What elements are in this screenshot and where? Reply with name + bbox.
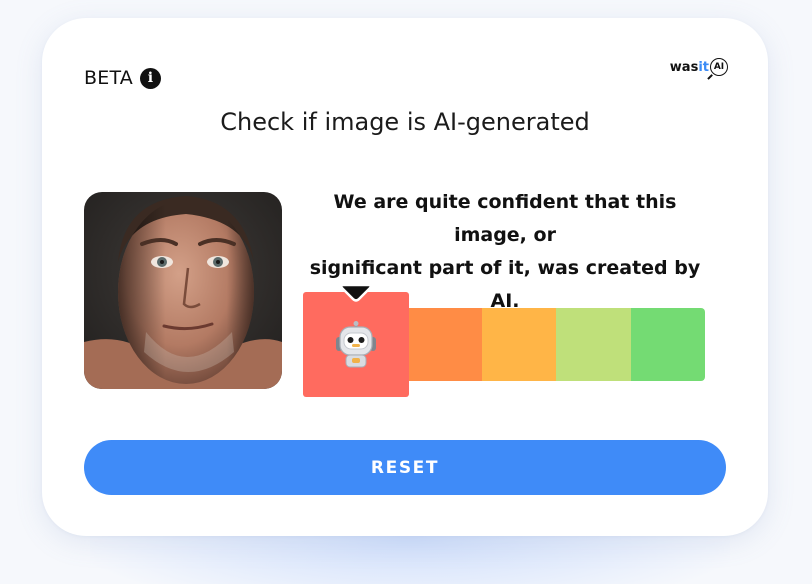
selection-pointer-icon (339, 283, 373, 302)
uploaded-image-thumbnail (84, 192, 282, 389)
robot-icon (336, 320, 376, 367)
scale-segment-5 (630, 308, 705, 381)
scale-segment-4 (556, 308, 631, 381)
scale-segment-2 (407, 308, 482, 381)
page-title: Check if image is AI-generated (220, 108, 590, 136)
verdict-line-1: We are quite confident that this image, … (333, 191, 677, 246)
detector-card: BETA i was it AI Check if image is AI-gene… (42, 18, 768, 536)
confidence-scale-bar (407, 308, 705, 381)
beta-label: BETA (84, 67, 133, 89)
scale-segment-1-selected (303, 292, 409, 397)
scale-segment-3 (481, 308, 556, 381)
reset-button[interactable]: RESET (84, 440, 726, 495)
logo-highlight: it (698, 59, 709, 75)
beta-badge: BETA i (84, 66, 161, 90)
wasitai-logo[interactable]: was it AI (670, 58, 728, 76)
confidence-scale (303, 283, 705, 398)
logo-prefix: was (669, 59, 699, 75)
info-icon[interactable]: i (139, 67, 161, 89)
logo-badge: AI (710, 58, 728, 76)
